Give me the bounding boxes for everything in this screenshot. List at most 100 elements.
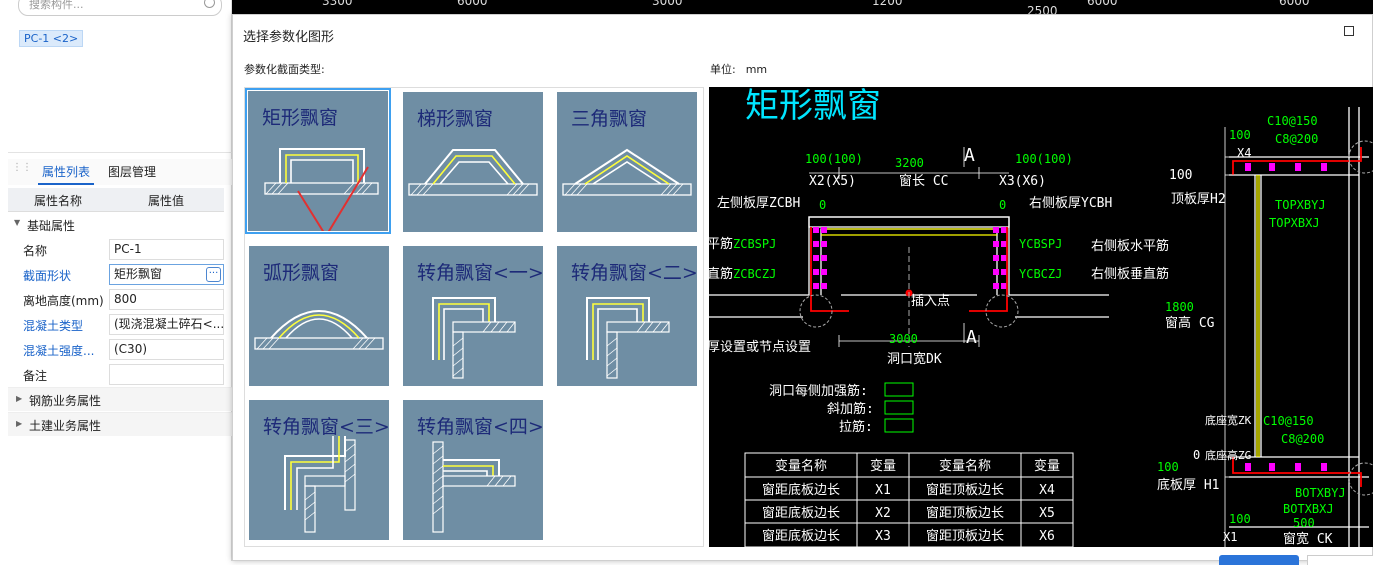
table-cell: X5 <box>1039 506 1055 521</box>
expand-icon[interactable]: ▶ <box>16 419 22 428</box>
property-value-field[interactable]: (现浇混凝土碎石<... <box>109 314 224 335</box>
table-cell: X3 <box>875 529 891 544</box>
shape-option-arc[interactable]: 弧形飘窗 <box>245 242 392 389</box>
shape-option-rect[interactable]: 矩形飘窗 <box>245 88 392 235</box>
shape-thumb: 转角飘窗<一> <box>403 246 544 386</box>
property-value-field[interactable]: 800 <box>109 289 224 310</box>
oblique-rebar-input[interactable] <box>884 400 914 415</box>
component-tag[interactable]: PC-1 <2> <box>19 30 84 47</box>
label-topxbxj: TOPXBXJ <box>1269 216 1320 230</box>
header-value: 属性值 <box>148 194 185 208</box>
expand-icon[interactable]: ▶ <box>16 394 22 403</box>
search-input[interactable]: 搜索构件... <box>18 0 222 16</box>
table-cell: X6 <box>1039 529 1055 544</box>
label-oblique: 斜加筋: <box>827 401 874 417</box>
shape-option-triangle[interactable]: 三角飘窗 <box>553 88 700 235</box>
property-name: 离地高度(mm) <box>23 294 104 308</box>
property-value-field[interactable]: PC-1 <box>109 239 224 260</box>
tab-layers[interactable]: 图层管理 <box>104 159 160 185</box>
group-basic[interactable]: ▼ 基础属性 <box>8 212 224 237</box>
shape-option-corner-3[interactable]: 转角飘窗<三> <box>245 396 392 543</box>
bg-number: 6000 <box>1087 0 1118 8</box>
property-value-field[interactable] <box>109 364 224 385</box>
property-row: 混凝土类型 (现浇混凝土碎石<... <box>8 312 224 337</box>
divider <box>8 152 232 153</box>
dim-label: 100 <box>1157 460 1179 474</box>
shape-option-corner-4[interactable]: 转角飘窗<四> <box>399 396 546 543</box>
property-name: 备注 <box>23 369 48 383</box>
bg-number: 6000 <box>1279 0 1310 8</box>
property-value-field[interactable]: 矩形飘窗 ··· <box>109 264 224 285</box>
shape-grid: 矩形飘窗 梯形飘窗 三角飘窗 弧形飘窗 转角飘窗<一> 转角飘窗<二> 转角飘窗… <box>244 87 704 547</box>
bg-number: 6000 <box>457 0 488 8</box>
table-cell: 窗距顶板边长 <box>926 505 1004 521</box>
property-value: (现浇混凝土碎石<... <box>114 317 224 331</box>
section-mark-a: A <box>964 145 975 166</box>
dim-label: 3000 <box>889 332 918 346</box>
panel-tabs: ⋮⋮ 属性列表 图层管理 <box>8 159 232 185</box>
table-header: 变量名称 <box>939 458 991 474</box>
dim-label: 100 <box>1229 128 1251 142</box>
label-h1: 底板厚 H1 <box>1157 477 1219 493</box>
ellipsis-button[interactable]: ··· <box>206 267 221 282</box>
label-h2: 顶板厚H2 <box>1171 192 1226 207</box>
label-c8b: C8@200 <box>1281 432 1324 446</box>
search-placeholder: 搜索构件... <box>29 0 84 11</box>
dim-label: 1800 <box>1165 300 1194 314</box>
label-ycbh: 右侧板厚YCBH <box>1029 196 1112 211</box>
collapse-icon[interactable]: ▼ <box>14 218 20 227</box>
dim-label: 洞口宽DK <box>887 351 942 367</box>
dim-label: X4 <box>1237 146 1251 160</box>
group-rebar[interactable]: ▶ 钢筋业务属性 <box>8 387 232 411</box>
property-row: 截面形状 矩形飘窗 ··· <box>8 262 224 287</box>
search-icon[interactable] <box>204 0 215 8</box>
unit-label: 单位: mm <box>710 61 767 77</box>
property-value-field[interactable]: (C30) <box>109 339 224 360</box>
tab-properties[interactable]: 属性列表 <box>38 159 95 185</box>
table-header: 变量名称 <box>775 458 827 474</box>
table-cell: 窗距底板边长 <box>762 505 840 521</box>
corner-window-1-icon <box>432 297 516 379</box>
hole-rebar-input[interactable] <box>884 382 914 397</box>
tie-rebar-input[interactable] <box>884 418 914 433</box>
variable-table: 变量名称 变量 变量名称 变量窗距底板边长 X1 窗距顶板边长 X4 窗距底板边长 X2 窗距顶板… <box>762 458 1060 544</box>
header-name: 属性名称 <box>34 194 83 208</box>
dim-label: 0 <box>1193 448 1200 462</box>
drag-handle-icon[interactable]: ⋮⋮ <box>12 163 32 177</box>
cad-drawing: 矩形飘窗 100(100) 3200 100(100) 0 0 3000 ZCB… <box>709 87 1373 547</box>
ok-button[interactable] <box>1219 555 1299 565</box>
dim-label: 100 <box>1169 168 1192 183</box>
label-c10b: C10@150 <box>1263 414 1314 428</box>
dim-label: 0 <box>819 198 826 212</box>
property-value: PC-1 <box>114 242 142 256</box>
bg-number: 1200 <box>872 0 903 8</box>
group-rebar-label: 钢筋业务属性 <box>29 394 102 408</box>
property-name: 混凝土强度... <box>23 344 95 358</box>
shape-thumb: 梯形飘窗 <box>403 92 543 232</box>
table-header: 变量 <box>870 458 896 474</box>
maximize-icon[interactable] <box>1344 26 1354 36</box>
shape-thumb: 三角飘窗 <box>557 92 697 232</box>
section-mark-a: A <box>966 327 977 348</box>
properties-panel: 搜索构件... PC-1 <2> ⋮⋮ 属性列表 图层管理 属性名称 属性值 ▼… <box>0 0 232 561</box>
unit-value: mm <box>745 63 768 76</box>
table-cell: X1 <box>875 483 891 498</box>
dim-label: 窗长 CC <box>899 173 948 189</box>
dim-label: 500 <box>1293 516 1315 530</box>
shape-option-corner-1[interactable]: 转角飘窗<一> <box>399 242 546 389</box>
label-zcbspj: ZCBSPJ <box>733 237 776 251</box>
cancel-button[interactable] <box>1307 555 1373 565</box>
label-ycb-v: 右侧板垂直筋 <box>1091 266 1169 282</box>
property-value: 矩形飘窗 <box>114 267 163 281</box>
label-hole: 洞口每侧加强筋: <box>769 383 868 399</box>
group-civil[interactable]: ▶ 土建业务属性 <box>8 412 232 436</box>
label-ycb-h: 右侧板水平筋 <box>1091 238 1169 254</box>
table-cell: 窗距顶板边长 <box>926 528 1004 544</box>
shape-option-trapezoid[interactable]: 梯形飘窗 <box>399 88 546 235</box>
label-tie: 拉筋: <box>839 419 873 435</box>
label-botxbxj: BOTXBXJ <box>1283 502 1334 516</box>
shape-thumb: 转角飘窗<三> <box>249 400 390 540</box>
shape-option-corner-2[interactable]: 转角飘窗<二> <box>553 242 700 389</box>
label-zcbczj: ZCBCZJ <box>733 267 776 281</box>
corner-window-2-icon <box>586 297 670 379</box>
